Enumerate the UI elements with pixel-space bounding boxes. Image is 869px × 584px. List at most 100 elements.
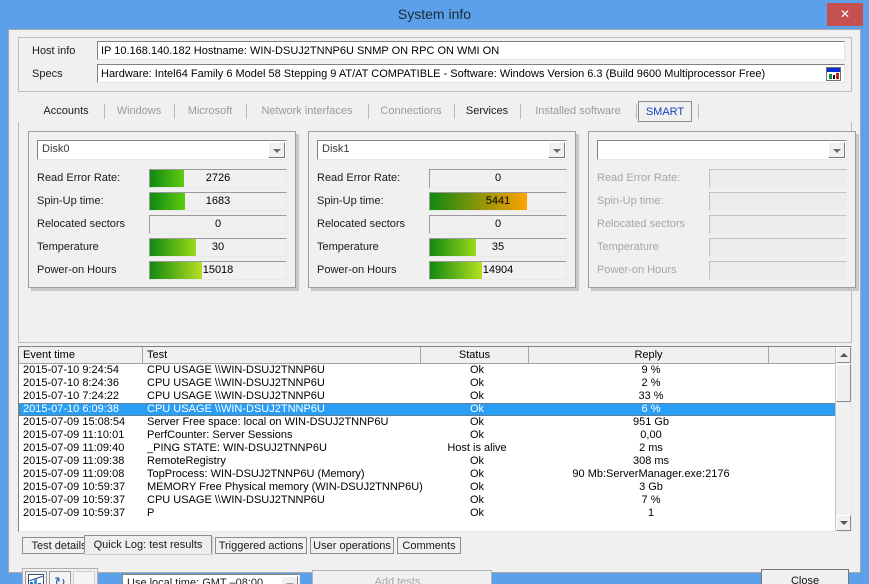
log-cell-reply: 7 % <box>641 494 661 506</box>
table-row[interactable]: 2015-07-10 8:24:36 CPU USAGE \\WIN-DSUJ2T… <box>19 377 836 390</box>
disk-select-2[interactable] <box>597 140 847 160</box>
table-row[interactable]: 2015-07-09 11:10:01 PerfCounter: Server S… <box>19 429 836 442</box>
chevron-down-icon[interactable] <box>268 142 285 158</box>
chevron-down-icon[interactable] <box>828 142 845 158</box>
log-column-header-3[interactable]: Reply <box>529 347 769 363</box>
metric-label: Power-on Hours <box>37 264 117 276</box>
tab-network-interfaces[interactable]: Network interfaces <box>248 101 366 122</box>
log-cell-time: 2015-07-09 10:59:37 <box>23 494 126 506</box>
disk-select-1[interactable]: Disk1 <box>317 140 567 160</box>
metric-value: 0 <box>494 218 502 230</box>
log-column-header-4[interactable] <box>769 347 836 363</box>
metric-gauge <box>709 238 847 257</box>
log-cell-test: CPU USAGE \\WIN-DSUJ2TNNP6U <box>147 494 325 506</box>
log-cell-time: 2015-07-10 6:09:38 <box>23 403 120 415</box>
metric-label: Read Error Rate: <box>597 172 681 184</box>
host-info-value[interactable]: IP 10.168.140.182 Hostname: WIN-DSUJ2TNN… <box>97 41 845 60</box>
specs-value[interactable]: Hardware: Intel64 Family 6 Model 58 Step… <box>97 64 845 83</box>
specs-label: Specs <box>32 68 63 80</box>
bottom-tab-user-operations[interactable]: User operations <box>310 537 394 554</box>
log-header-row: Event time Test Status Reply <box>19 347 851 364</box>
log-cell-time: 2015-07-09 10:59:37 <box>23 481 126 493</box>
disk-select-0[interactable]: Disk0 <box>37 140 287 160</box>
table-row[interactable]: 2015-07-09 10:59:37 P Ok 1 <box>19 507 836 520</box>
refresh-icon: ↻ <box>54 574 66 584</box>
metric-label: Read Error Rate: <box>317 172 401 184</box>
add-tests-button[interactable]: Add tests... <box>312 570 492 584</box>
smart-disk-panel-2: Read Error Rate: Spin-Up time: Relocated s… <box>588 131 856 288</box>
close-button[interactable]: Close <box>761 569 849 584</box>
window-close-button[interactable]: ✕ <box>827 3 863 26</box>
log-vertical-scrollbar[interactable] <box>835 347 851 531</box>
table-row[interactable]: 2015-07-09 11:09:40 _PING STATE: WIN-DSUJ… <box>19 442 836 455</box>
tab-installed-software[interactable]: Installed software <box>522 101 634 122</box>
metric-value: 2726 <box>205 172 231 184</box>
log-cell-test: PerfCounter: Server Sessions <box>147 429 293 441</box>
table-row[interactable]: 2015-07-10 9:24:54 CPU USAGE \\WIN-DSUJ2T… <box>19 364 836 377</box>
log-cell-status: Ok <box>469 364 485 376</box>
table-row[interactable]: 2015-07-10 6:09:38 CPU USAGE \\WIN-DSUJ2T… <box>19 403 836 416</box>
timezone-select[interactable]: Use local time: GMT –08:00 <box>122 574 300 584</box>
smart-panel: Disk0 Read Error Rate: 2726 Spin-Up time: 16… <box>18 122 856 343</box>
log-column-header-2[interactable]: Status <box>421 347 529 363</box>
chevron-down-icon[interactable] <box>281 576 298 584</box>
scroll-up-icon[interactable] <box>836 347 851 363</box>
scroll-down-icon[interactable] <box>836 515 851 531</box>
tab-accounts[interactable]: Accounts <box>30 101 102 122</box>
log-cell-status: Host is alive <box>447 442 507 454</box>
log-cell-time: 2015-07-10 8:24:36 <box>23 377 120 389</box>
table-row[interactable]: 2015-07-09 11:09:08 TopProcess: WIN-DSUJ2… <box>19 468 836 481</box>
log-cell-time: 2015-07-09 11:09:08 <box>23 468 125 480</box>
tab-services[interactable]: Services <box>456 101 518 122</box>
bottom-tab-triggered-actions[interactable]: Triggered actions <box>215 537 307 554</box>
log-cell-reply: 3 Gb <box>639 481 663 493</box>
disk-select-value: Disk1 <box>322 143 350 155</box>
log-cell-reply: 951 Gb <box>632 416 670 428</box>
table-row[interactable]: 2015-07-09 10:59:37 CPU USAGE \\WIN-DSUJ2… <box>19 494 836 507</box>
scrollbar-thumb[interactable] <box>836 364 851 402</box>
metric-label: Temperature <box>317 241 379 253</box>
tab-windows[interactable]: Windows <box>106 101 172 122</box>
report-window-icon[interactable] <box>826 67 841 81</box>
table-row[interactable]: 2015-07-09 10:59:37 MEMORY Free Physical … <box>19 481 836 494</box>
tab-separator <box>246 104 247 119</box>
bottom-tab-quick-log-test-results[interactable]: Quick Log: test results <box>84 535 212 554</box>
metric-label: Spin-Up time: <box>597 195 664 207</box>
log-cell-test: _PING STATE: WIN-DSUJ2TNNP6U <box>147 442 327 454</box>
bottom-tab-comments[interactable]: Comments <box>397 537 461 554</box>
log-cell-test: CPU USAGE \\WIN-DSUJ2TNNP6U <box>147 403 325 415</box>
log-cell-test: CPU USAGE \\WIN-DSUJ2TNNP6U <box>147 390 325 402</box>
smart-metric-row: Power-on Hours 14904 <box>317 261 567 282</box>
chart-button[interactable] <box>25 571 47 584</box>
log-toolbar: ↻ <box>22 568 98 584</box>
metric-gauge: 0 <box>429 169 567 188</box>
log-cell-time: 2015-07-09 10:59:37 <box>23 507 126 519</box>
log-cell-reply: 2 ms <box>639 442 663 454</box>
tab-microsoft[interactable]: Microsoft <box>176 101 244 122</box>
quick-log-list: Event time Test Status Reply 2015-07-10 9:2… <box>18 346 852 532</box>
tab-separator <box>520 104 521 119</box>
log-cell-test: Server Free space: local on WIN-DSUJ2TNN… <box>147 416 389 428</box>
log-cell-status: Ok <box>469 429 485 441</box>
table-row[interactable]: 2015-07-09 15:08:54 Server Free space: lo… <box>19 416 836 429</box>
refresh-button[interactable]: ↻ <box>49 571 71 584</box>
table-row[interactable]: 2015-07-09 11:09:38 RemoteRegistry Ok 308 m… <box>19 455 836 468</box>
top-tab-strip: Accounts Windows Microsoft Network interfac… <box>18 101 852 122</box>
specs-text: Hardware: Intel64 Family 6 Model 58 Step… <box>101 68 766 80</box>
log-column-header-1[interactable]: Test <box>143 347 421 363</box>
metric-gauge: 2726 <box>149 169 287 188</box>
tab-separator <box>698 104 699 119</box>
log-cell-test: MEMORY Free Physical memory (WIN-DSUJ2TN… <box>147 481 423 493</box>
smart-metric-row: Read Error Rate: 2726 <box>37 169 287 190</box>
log-column-header-0[interactable]: Event time <box>19 347 143 363</box>
title-bar: System info ✕ <box>0 0 869 29</box>
tab-connections[interactable]: Connections <box>370 101 452 122</box>
log-cell-status: Ok <box>469 416 485 428</box>
chevron-down-icon[interactable] <box>548 142 565 158</box>
log-cell-reply: 9 % <box>641 364 661 376</box>
log-cell-reply: 1 <box>647 507 655 519</box>
log-cell-time: 2015-07-10 7:24:22 <box>23 390 120 402</box>
tab-smart[interactable]: SMART <box>638 101 692 122</box>
host-info-label: Host info <box>32 45 76 57</box>
table-row[interactable]: 2015-07-10 7:24:22 CPU USAGE \\WIN-DSUJ2T… <box>19 390 836 403</box>
